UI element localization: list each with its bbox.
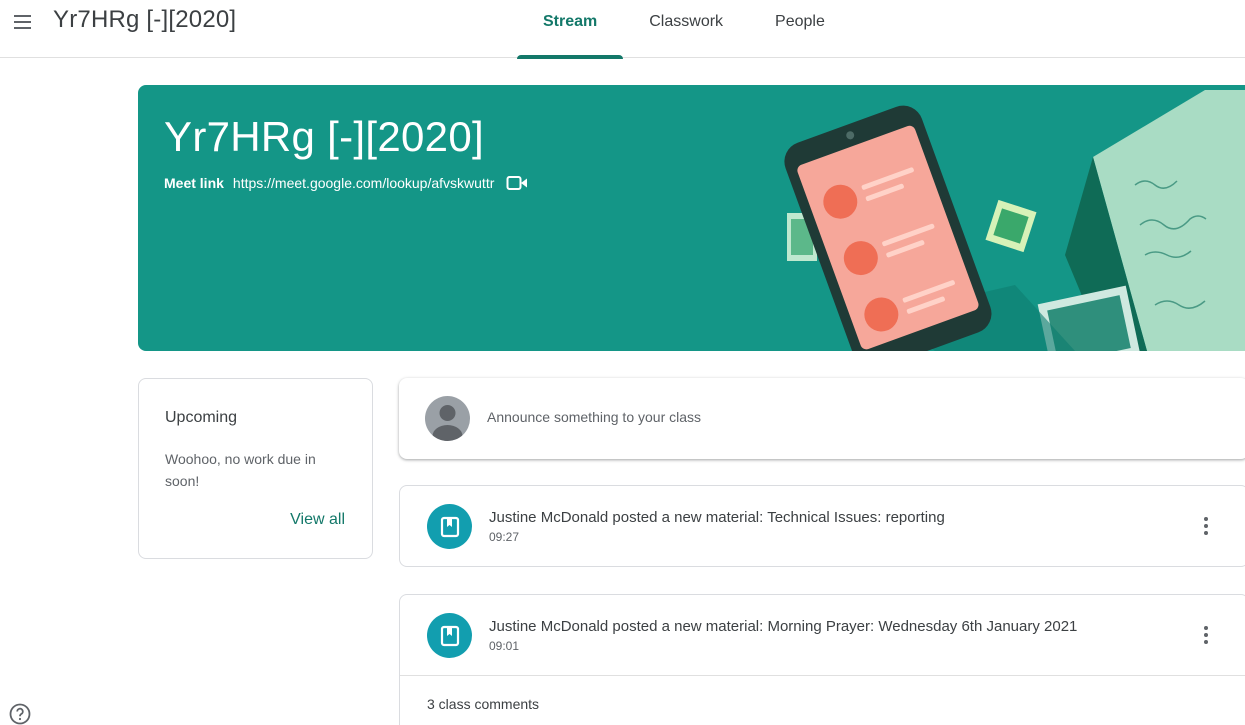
meet-link-url[interactable]: https://meet.google.com/lookup/afvskwutt… <box>233 175 494 191</box>
banner-title: Yr7HRg [-][2020] <box>164 113 484 160</box>
meet-link-row: Meet link https://meet.google.com/lookup… <box>164 175 528 191</box>
material-icon <box>427 613 472 658</box>
upcoming-card: Upcoming Woohoo, no work due in soon! Vi… <box>138 378 373 559</box>
stream-post[interactable]: Justine McDonald posted a new material: … <box>399 594 1245 725</box>
class-comments-link[interactable]: 3 class comments <box>427 696 539 712</box>
help-icon[interactable] <box>8 702 32 725</box>
material-icon <box>427 504 472 549</box>
tab-stream[interactable]: Stream <box>517 0 624 59</box>
stream-post[interactable]: Justine McDonald posted a new material: … <box>399 485 1245 567</box>
avatar <box>425 396 470 441</box>
class-banner: Yr7HRg [-][2020] Meet link https://meet.… <box>138 85 1245 351</box>
post-time: 09:27 <box>489 530 520 544</box>
announce-box[interactable]: Announce something to your class <box>399 378 1245 459</box>
announce-placeholder: Announce something to your class <box>487 409 702 425</box>
class-title[interactable]: Yr7HRg [-][2020] <box>53 6 236 34</box>
post-divider <box>400 675 1245 676</box>
post-title[interactable]: Justine McDonald posted a new material: … <box>489 618 1077 635</box>
view-all-link[interactable]: View all <box>290 511 345 529</box>
post-title[interactable]: Justine McDonald posted a new material: … <box>489 509 945 526</box>
upcoming-title: Upcoming <box>165 409 238 426</box>
tab-people[interactable]: People <box>749 0 851 58</box>
more-options-icon[interactable] <box>1194 514 1218 538</box>
video-camera-icon[interactable] <box>506 175 528 191</box>
main-menu-icon[interactable] <box>8 8 36 36</box>
more-options-icon[interactable] <box>1194 623 1218 647</box>
post-time: 09:01 <box>489 639 520 653</box>
banner-illustration <box>784 90 1245 351</box>
top-app-bar: Yr7HRg [-][2020] Stream Classwork People <box>0 0 1245 59</box>
class-tabs: Stream Classwork People <box>517 0 851 59</box>
tab-classwork[interactable]: Classwork <box>623 0 749 58</box>
upcoming-empty-text: Woohoo, no work due in soon! <box>165 451 316 489</box>
meet-link-label: Meet link <box>164 175 224 191</box>
